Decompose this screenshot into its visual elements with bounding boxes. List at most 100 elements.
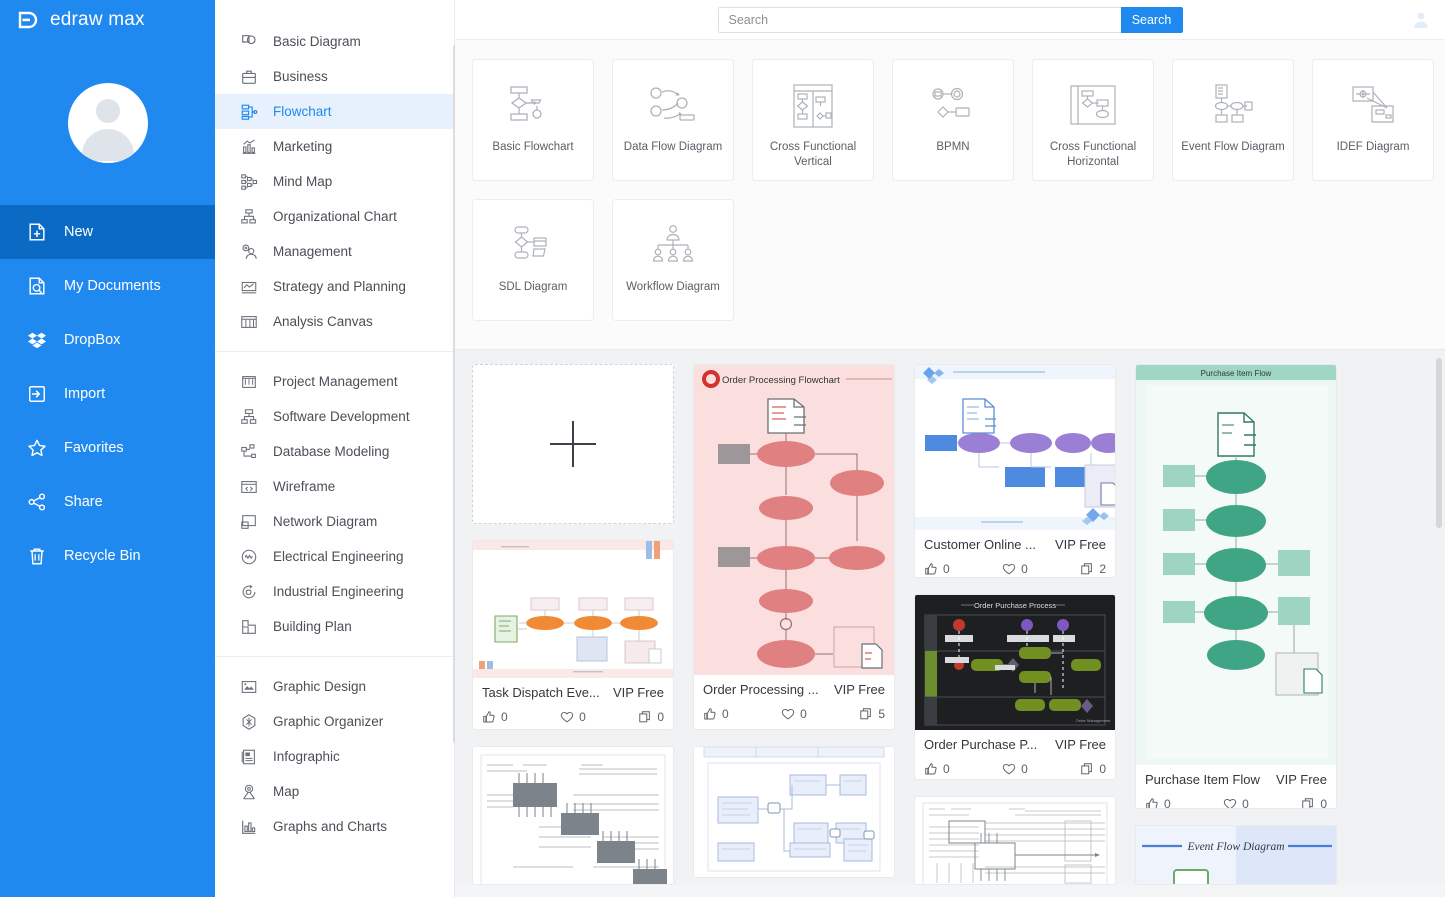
gallery-thumbnail (473, 746, 673, 884)
copy-count: 0 (657, 710, 664, 725)
template-gallery: Task Dispatch Eve... VIP Free 0 0 0 Orde… (455, 350, 1445, 886)
template-type-cross-functional-horizontal[interactable]: Cross Functional Horizontal (1032, 59, 1154, 181)
copy-stat[interactable]: 0 (638, 710, 664, 724)
category-item-business[interactable]: Business (215, 59, 454, 94)
copy-stat[interactable]: 0 (1080, 762, 1106, 776)
like-stat[interactable]: 0 (924, 562, 950, 576)
like-stat[interactable]: 0 (482, 710, 508, 724)
gallery-card-customer-online[interactable]: Customer Online ... VIP Free 0 0 2 (914, 364, 1116, 579)
sidebar-item-my-documents[interactable]: My Documents (0, 259, 215, 313)
favorite-stat[interactable]: 0 (560, 710, 586, 724)
category-item-project-management[interactable]: Project Management (215, 364, 454, 399)
template-type-event-flow-diagram[interactable]: Event Flow Diagram (1172, 59, 1294, 181)
category-item-software-development[interactable]: Software Development (215, 399, 454, 434)
category-item-basic-diagram[interactable]: Basic Diagram (215, 24, 454, 59)
template-type-idef-diagram[interactable]: IDEF Diagram (1312, 59, 1434, 181)
favorite-count: 0 (800, 707, 807, 721)
gallery-card-stats: 0 0 5 (694, 701, 894, 729)
favorite-stat[interactable]: 0 (1002, 562, 1028, 576)
gallery-card-order-purchase[interactable]: Order Purchase Process Order Management … (914, 594, 1116, 780)
sidebar-item-dropbox[interactable]: DropBox (0, 313, 215, 367)
category-item-management[interactable]: Management (215, 234, 454, 269)
template-type-basic-flowchart[interactable]: Basic Flowchart (472, 59, 594, 181)
template-type-sdl-diagram[interactable]: SDL Diagram (472, 199, 594, 321)
category-item-infographic[interactable]: Infographic (215, 739, 454, 774)
category-item-graphic-design[interactable]: Graphic Design (215, 669, 454, 704)
copy-count: 2 (1099, 562, 1106, 576)
category-item-analysis-canvas[interactable]: Analysis Canvas (215, 304, 454, 339)
category-item-graphic-organizer[interactable]: Graphic Organizer (215, 704, 454, 739)
gallery-card-stats: 0 0 2 (915, 556, 1115, 577)
gallery-card-order-processing[interactable]: Order Processing Flowchart Order Process… (693, 364, 895, 730)
category-item-industrial-engineering[interactable]: Industrial Engineering (215, 574, 454, 609)
category-group-3: Graphic Design Graphic Organizer Infogra… (215, 656, 454, 856)
template-type-label: Event Flow Diagram (1181, 141, 1285, 153)
category-item-wireframe[interactable]: Wireframe (215, 469, 454, 504)
like-stat[interactable]: 0 (703, 707, 729, 721)
gallery-card-event-flow[interactable]: Event Flow Diagram (1135, 824, 1337, 885)
category-item-flowchart[interactable]: Flowchart (215, 94, 454, 129)
category-item-organizational-chart[interactable]: Organizational Chart (215, 199, 454, 234)
sidebar-item-share[interactable]: Share (0, 475, 215, 529)
category-item-building-plan[interactable]: Building Plan (215, 609, 454, 644)
brand: edraw max (0, 0, 215, 40)
trash-icon (26, 545, 48, 567)
category-item-database-modeling[interactable]: Database Modeling (215, 434, 454, 469)
gallery-scrollbar[interactable] (1436, 358, 1442, 528)
gallery-card-purchase-item-flow[interactable]: Purchase Item Flow Purchase Item Flow VI… (1135, 364, 1337, 809)
template-type-workflow-diagram[interactable]: Workflow Diagram (612, 199, 734, 321)
infographic-icon (239, 747, 259, 767)
category-item-label: Flowchart (273, 104, 332, 119)
gallery-card-meta: Task Dispatch Eve... VIP Free (473, 678, 673, 704)
gallery-card-title: Order Purchase P... (924, 737, 1038, 753)
copy-stat[interactable]: 5 (859, 707, 885, 721)
category-item-strategy-and-planning[interactable]: Strategy and Planning (215, 269, 454, 304)
gallery-card-electrical-schematic[interactable] (472, 745, 674, 885)
search-button[interactable]: Search (1120, 6, 1183, 33)
sidebar-item-recycle-bin[interactable]: Recycle Bin (0, 529, 215, 583)
new-document-icon (26, 221, 48, 243)
category-item-graphs-and-charts[interactable]: Graphs and Charts (215, 809, 454, 844)
sidebar-item-label: Import (64, 386, 106, 402)
gallery-card-wide-schematic[interactable] (914, 795, 1116, 886)
gallery-card-task-dispatch[interactable]: Task Dispatch Eve... VIP Free 0 0 0 (472, 540, 674, 730)
sidebar-item-new[interactable]: New (0, 205, 215, 259)
category-item-mind-map[interactable]: Mind Map (215, 164, 454, 199)
category-group-2: Project Management Software Development (215, 351, 454, 656)
gallery-card-blue-blocks[interactable] (693, 746, 895, 878)
favorite-stat[interactable]: 0 (781, 707, 807, 721)
favorite-stat[interactable]: 0 (1223, 797, 1249, 808)
svg-text:Order Management: Order Management (1076, 718, 1112, 723)
avatar[interactable] (0, 40, 215, 205)
like-stat[interactable]: 0 (1145, 797, 1171, 808)
gallery-thumbnail (694, 747, 894, 877)
event-flow-diagram-thumb (1204, 82, 1262, 130)
template-type-cross-functional-vertical[interactable]: Cross Functional Vertical (752, 59, 874, 181)
category-item-map[interactable]: Map (215, 774, 454, 809)
sidebar-item-label: Share (64, 494, 103, 510)
gallery-card-title: Purchase Item Flow (1145, 772, 1260, 787)
category-item-label: Organizational Chart (273, 209, 397, 224)
dropbox-icon (26, 329, 48, 351)
category-item-network-diagram[interactable]: Network Diagram (215, 504, 454, 539)
category-item-electrical-engineering[interactable]: Electrical Engineering (215, 539, 454, 574)
account-icon[interactable] (1411, 10, 1431, 30)
template-type-bpmn[interactable]: BPMN (892, 59, 1014, 181)
copy-count: 0 (1320, 797, 1327, 809)
category-item-marketing[interactable]: Marketing (215, 129, 454, 164)
template-type-data-flow-diagram[interactable]: Data Flow Diagram (612, 59, 734, 181)
gallery-card-stats: 0 0 0 (915, 756, 1115, 778)
copy-stat[interactable]: 0 (1301, 797, 1327, 809)
like-stat[interactable]: 0 (924, 762, 950, 776)
favorite-count: 0 (1021, 762, 1028, 777)
bpmn-thumb (924, 82, 982, 130)
sidebar-item-import[interactable]: Import (0, 367, 215, 421)
copy-stat[interactable]: 2 (1080, 562, 1106, 576)
create-new-card[interactable] (472, 364, 674, 525)
sidebar-item-favorites[interactable]: Favorites (0, 421, 215, 475)
favorite-stat[interactable]: 0 (1002, 762, 1028, 776)
category-item-label: Software Development (273, 409, 410, 424)
gallery-card-title: Order Processing ... (703, 682, 819, 697)
search-input[interactable] (717, 6, 1121, 33)
graphs-charts-icon (239, 817, 259, 837)
